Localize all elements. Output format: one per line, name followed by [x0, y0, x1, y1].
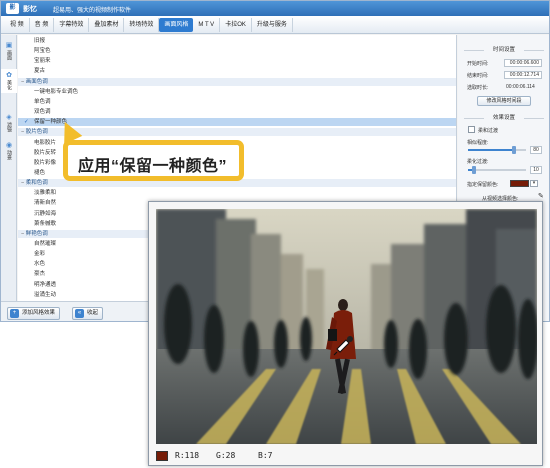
- selected-duration-value: 00:00:06.114: [506, 84, 535, 90]
- title-bar: 影 影忆 超易用、强大的视频制作软件: [1, 1, 549, 16]
- callout-box: 应用“保留一种颜色”: [63, 140, 244, 181]
- time-settings-title: 时间设置: [458, 46, 549, 54]
- beautify-icon: ✿: [6, 72, 12, 79]
- menu-bar: 视 频 音 频 字幕特效 叠加素材 转场特效 画面风格 M T V 卡拉OK 升…: [1, 16, 549, 34]
- keep-color-label: 指定保留颜色:: [467, 182, 499, 188]
- chevron-down-icon[interactable]: ▾: [530, 180, 538, 187]
- tab-transition-effects[interactable]: 转场特效: [124, 17, 160, 32]
- nav-item-picture[interactable]: ▣ 画面: [1, 39, 17, 63]
- nav-item-beautify[interactable]: ✿ 美化: [1, 69, 17, 93]
- soft-slider[interactable]: [468, 166, 526, 174]
- color-pick-preview: R:118 G:28 B:7: [148, 201, 543, 466]
- blue-value: B:7: [258, 451, 273, 460]
- nav-item-filter[interactable]: ◈ 滤镜: [1, 111, 17, 135]
- effect-item[interactable]: 宝丽来: [18, 57, 456, 65]
- tab-upgrade-service[interactable]: 升级与服务: [252, 17, 293, 32]
- add-style-effect-label: 添加风格效果: [22, 310, 56, 316]
- effect-item[interactable]: 双色调: [18, 108, 456, 116]
- effect-item[interactable]: 夏古: [18, 67, 456, 75]
- picked-color-swatch: [156, 451, 168, 461]
- green-value: G:28: [216, 451, 236, 460]
- add-style-effect-button[interactable]: + 添加风格效果: [7, 307, 61, 320]
- video-frame[interactable]: [156, 209, 537, 444]
- effect-item[interactable]: 旧报: [18, 37, 456, 45]
- nav-item-motion[interactable]: ◉ 动景: [1, 139, 17, 163]
- effect-item[interactable]: 单色调: [18, 98, 456, 106]
- filter-icon: ◈: [6, 114, 12, 121]
- end-time-label: 结束时间:: [467, 73, 489, 79]
- tab-picture-style[interactable]: 画面风格: [159, 17, 194, 32]
- soft-value-field[interactable]: 10: [530, 166, 542, 174]
- keep-color-swatch[interactable]: [510, 180, 529, 187]
- end-time-field[interactable]: 00:00:12.714: [504, 71, 542, 79]
- collapse-icon: «: [75, 309, 84, 318]
- film-icon: ▣: [5, 42, 13, 49]
- similarity-label: 相似程度:: [467, 140, 489, 146]
- similarity-slider[interactable]: [468, 146, 526, 154]
- effect-settings-title: 效果设置: [458, 114, 549, 122]
- start-time-label: 开始时间:: [467, 61, 489, 67]
- color-readout: R:118 G:28 B:7: [156, 450, 537, 462]
- nav-item-label: 画面: [6, 50, 12, 60]
- red-value: R:118: [175, 451, 200, 460]
- similarity-slider-fill: [468, 149, 515, 151]
- effect-item[interactable]: 保留一种颜色: [18, 118, 456, 127]
- edit-style-time-button[interactable]: 修改风格时间段: [477, 96, 531, 106]
- effect-category[interactable]: 画面色调: [18, 77, 456, 86]
- effect-item[interactable]: 一键电影专业调色: [18, 88, 456, 96]
- nav-item-label: 动景: [6, 150, 12, 160]
- tab-video[interactable]: 视 频: [5, 17, 30, 32]
- left-nav: ▣ 画面 ✿ 美化 ◈ 滤镜 ◉ 动景: [1, 35, 17, 321]
- soft-slider-thumb[interactable]: [471, 166, 476, 174]
- soft-label: 柔化过渡:: [467, 159, 489, 165]
- nav-item-label: 滤镜: [6, 122, 12, 132]
- soft-transition-label: 柔和过渡: [478, 128, 499, 134]
- app-logo: 影: [6, 3, 19, 14]
- effect-item[interactable]: 淡雅柔和: [18, 189, 456, 197]
- collapse-label: 收起: [87, 310, 99, 316]
- similarity-value-field[interactable]: 80: [530, 146, 542, 154]
- nav-item-label: 美化: [6, 80, 12, 90]
- street-scene-image: [156, 209, 537, 444]
- motion-icon: ◉: [5, 142, 13, 149]
- selected-duration-label: 选取时长:: [467, 85, 489, 91]
- soft-transition-checkbox[interactable]: [468, 126, 475, 133]
- eyedropper-icon[interactable]: ✎: [538, 193, 546, 201]
- tab-overlay-material[interactable]: 叠加素材: [89, 17, 125, 32]
- add-icon: +: [10, 309, 19, 318]
- callout-text: 应用“保留一种颜色”: [78, 158, 228, 175]
- tab-karaoke[interactable]: 卡拉OK: [220, 17, 252, 32]
- effect-category[interactable]: 胶片色调: [18, 128, 456, 137]
- tab-audio[interactable]: 音 频: [30, 17, 55, 32]
- app-name: 影忆: [23, 6, 37, 13]
- effect-item[interactable]: 阿宝色: [18, 47, 456, 55]
- tab-subtitle-effects[interactable]: 字幕特效: [54, 17, 90, 32]
- app-subtitle: 超易用、强大的视频制作软件: [53, 8, 132, 14]
- start-time-field[interactable]: 00:00:06.600: [504, 59, 542, 67]
- similarity-slider-thumb[interactable]: [512, 146, 517, 154]
- collapse-button[interactable]: « 收起: [72, 307, 104, 320]
- tab-mtv[interactable]: M T V: [193, 17, 221, 32]
